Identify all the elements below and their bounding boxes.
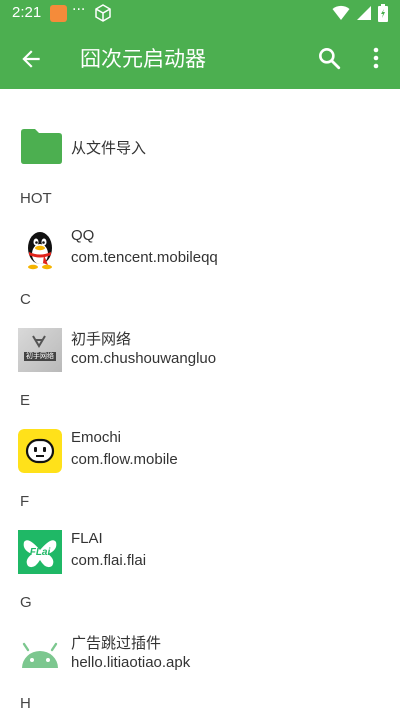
status-right-icons	[332, 4, 388, 22]
section-header-h: H	[20, 695, 31, 711]
chushou-logo-icon: 初手网络	[18, 328, 62, 372]
app-package: com.chushouwangluo	[71, 350, 217, 367]
cube-icon	[95, 4, 111, 22]
app-package: hello.litiaotiao.apk	[71, 654, 191, 671]
status-bar: 2:21 ···	[0, 0, 400, 28]
app-list-item-flai[interactable]: FLai FLAI com.flai.flai	[0, 525, 400, 581]
section-header-hot: HOT	[20, 190, 52, 207]
battery-icon	[378, 4, 388, 22]
section-header-f: F	[20, 493, 30, 510]
section-header-e: E	[20, 392, 31, 409]
wifi-icon	[332, 5, 350, 20]
arrow-left-icon[interactable]	[18, 46, 44, 72]
search-icon[interactable]	[316, 45, 342, 71]
app-list-item-chushouwangluo[interactable]: 初手网络 初手网络 com.chushouwangluo	[0, 323, 400, 379]
app-package: com.flow.mobile	[71, 451, 178, 468]
page-title: 囧次元启动器	[80, 47, 206, 71]
section-header-c: C	[20, 291, 31, 308]
import-from-file-label: 从文件导入	[71, 139, 147, 157]
app-name: 广告跳过插件	[71, 635, 162, 652]
app-name: Emochi	[71, 429, 122, 446]
app-list-item-emochi[interactable]: Emochi com.flow.mobile	[0, 424, 400, 480]
app-notification-icon	[50, 5, 67, 22]
app-list-item-ad-skip[interactable]: 广告跳过插件 hello.litiaotiao.apk	[0, 627, 400, 683]
app-package: com.flai.flai	[71, 552, 147, 569]
signal-icon	[357, 6, 371, 20]
import-from-file-item[interactable]: 从文件导入	[0, 120, 400, 176]
app-name: 初手网络	[71, 331, 132, 348]
status-time: 2:21	[12, 4, 42, 21]
app-list-item-qq[interactable]: QQ com.tencent.mobileqq	[0, 222, 400, 278]
folder-icon	[21, 129, 62, 164]
emochi-face-icon	[18, 429, 62, 473]
qq-penguin-icon	[28, 232, 52, 270]
app-name: QQ	[71, 227, 95, 244]
status-overflow: ···	[72, 2, 86, 18]
android-robot-icon	[22, 642, 58, 668]
app-package: com.tencent.mobileqq	[71, 249, 218, 266]
chushou-logo-text: 初手网络	[26, 352, 54, 360]
flai-logo-text: FLai	[29, 547, 51, 558]
flai-logo-icon: FLai	[18, 530, 62, 574]
app-name: FLAI	[71, 530, 103, 547]
app-bar: 囧次元启动器	[0, 28, 400, 89]
more-vert-icon[interactable]	[366, 45, 386, 71]
section-header-g: G	[20, 594, 32, 611]
